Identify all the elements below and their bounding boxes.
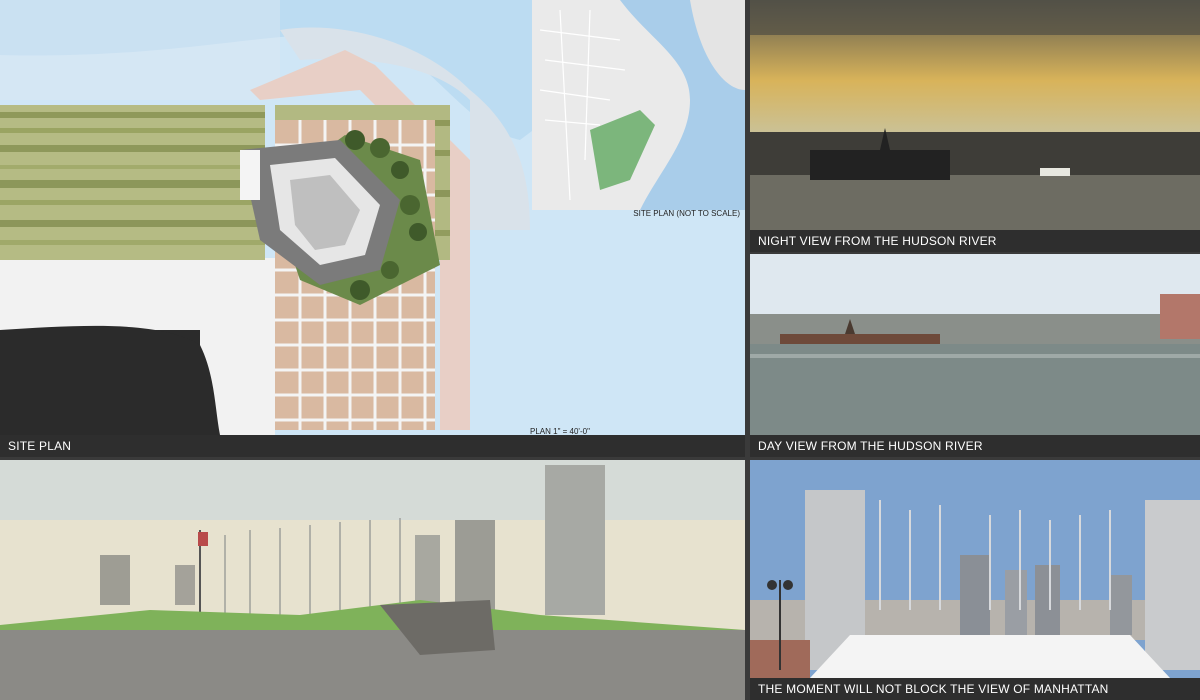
manhattan-view-render xyxy=(750,460,1200,678)
site-plan-drawing: SITE PLAN (NOT TO SCALE) PLAN 1" = 40'-0… xyxy=(0,0,745,435)
day-view-photo xyxy=(750,254,1200,435)
scale-label: PLAN 1" = 40'-0" xyxy=(530,427,590,435)
site-plan-caption: SITE PLAN xyxy=(0,435,745,457)
site-plan-panel: SITE PLAN (NOT TO SCALE) PLAN 1" = 40'-0… xyxy=(0,0,745,457)
manhattan-view-caption: THE MOMENT WILL NOT BLOCK THE VIEW OF MA… xyxy=(750,678,1200,700)
inset-map-caption: SITE PLAN (NOT TO SCALE) xyxy=(633,209,740,218)
section-watercolor xyxy=(0,460,745,700)
section-drawing-panel xyxy=(0,460,745,700)
manhattan-view-panel: THE MOMENT WILL NOT BLOCK THE VIEW OF MA… xyxy=(750,460,1200,700)
day-view-caption: DAY VIEW FROM THE HUDSON RIVER xyxy=(750,435,1200,457)
night-view-photo xyxy=(750,0,1200,230)
night-view-caption: NIGHT VIEW FROM THE HUDSON RIVER xyxy=(750,230,1200,252)
day-view-panel: DAY VIEW FROM THE HUDSON RIVER xyxy=(750,254,1200,457)
night-view-panel: NIGHT VIEW FROM THE HUDSON RIVER xyxy=(750,0,1200,252)
inset-map: SITE PLAN (NOT TO SCALE) xyxy=(532,0,745,218)
